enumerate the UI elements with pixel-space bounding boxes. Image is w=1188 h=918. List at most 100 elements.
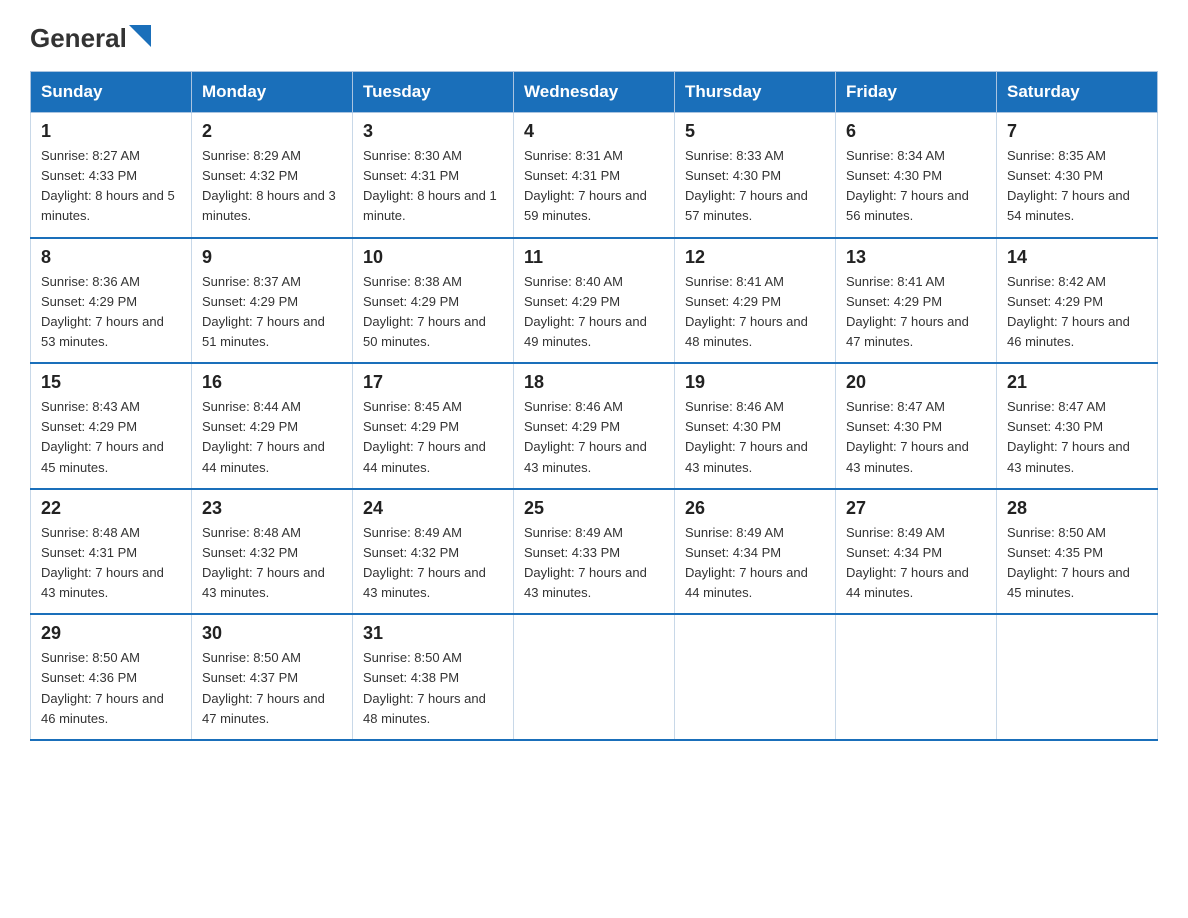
calendar-cell: 9 Sunrise: 8:37 AMSunset: 4:29 PMDayligh…	[192, 238, 353, 364]
calendar-cell: 20 Sunrise: 8:47 AMSunset: 4:30 PMDaylig…	[836, 363, 997, 489]
day-info: Sunrise: 8:49 AMSunset: 4:34 PMDaylight:…	[685, 525, 808, 600]
day-info: Sunrise: 8:37 AMSunset: 4:29 PMDaylight:…	[202, 274, 325, 349]
day-info: Sunrise: 8:47 AMSunset: 4:30 PMDaylight:…	[846, 399, 969, 474]
calendar-cell: 25 Sunrise: 8:49 AMSunset: 4:33 PMDaylig…	[514, 489, 675, 615]
calendar-cell: 11 Sunrise: 8:40 AMSunset: 4:29 PMDaylig…	[514, 238, 675, 364]
calendar-cell: 17 Sunrise: 8:45 AMSunset: 4:29 PMDaylig…	[353, 363, 514, 489]
calendar-cell	[514, 614, 675, 740]
weekday-header-saturday: Saturday	[997, 72, 1158, 113]
calendar-cell: 5 Sunrise: 8:33 AMSunset: 4:30 PMDayligh…	[675, 113, 836, 238]
calendar-cell: 7 Sunrise: 8:35 AMSunset: 4:30 PMDayligh…	[997, 113, 1158, 238]
calendar-cell: 30 Sunrise: 8:50 AMSunset: 4:37 PMDaylig…	[192, 614, 353, 740]
calendar-cell: 12 Sunrise: 8:41 AMSunset: 4:29 PMDaylig…	[675, 238, 836, 364]
calendar-cell: 19 Sunrise: 8:46 AMSunset: 4:30 PMDaylig…	[675, 363, 836, 489]
day-number: 17	[363, 372, 503, 393]
calendar-cell	[675, 614, 836, 740]
day-info: Sunrise: 8:49 AMSunset: 4:33 PMDaylight:…	[524, 525, 647, 600]
weekday-header-friday: Friday	[836, 72, 997, 113]
calendar-cell: 23 Sunrise: 8:48 AMSunset: 4:32 PMDaylig…	[192, 489, 353, 615]
calendar-cell: 29 Sunrise: 8:50 AMSunset: 4:36 PMDaylig…	[31, 614, 192, 740]
day-number: 18	[524, 372, 664, 393]
day-info: Sunrise: 8:50 AMSunset: 4:36 PMDaylight:…	[41, 650, 164, 725]
day-info: Sunrise: 8:40 AMSunset: 4:29 PMDaylight:…	[524, 274, 647, 349]
day-number: 16	[202, 372, 342, 393]
day-number: 9	[202, 247, 342, 268]
day-info: Sunrise: 8:34 AMSunset: 4:30 PMDaylight:…	[846, 148, 969, 223]
weekday-header-tuesday: Tuesday	[353, 72, 514, 113]
logo: General	[30, 20, 151, 53]
day-number: 10	[363, 247, 503, 268]
day-number: 3	[363, 121, 503, 142]
calendar-cell: 27 Sunrise: 8:49 AMSunset: 4:34 PMDaylig…	[836, 489, 997, 615]
day-number: 8	[41, 247, 181, 268]
calendar-cell: 15 Sunrise: 8:43 AMSunset: 4:29 PMDaylig…	[31, 363, 192, 489]
calendar-week-row: 29 Sunrise: 8:50 AMSunset: 4:36 PMDaylig…	[31, 614, 1158, 740]
day-number: 28	[1007, 498, 1147, 519]
calendar-cell: 4 Sunrise: 8:31 AMSunset: 4:31 PMDayligh…	[514, 113, 675, 238]
day-info: Sunrise: 8:43 AMSunset: 4:29 PMDaylight:…	[41, 399, 164, 474]
day-info: Sunrise: 8:44 AMSunset: 4:29 PMDaylight:…	[202, 399, 325, 474]
calendar-cell: 28 Sunrise: 8:50 AMSunset: 4:35 PMDaylig…	[997, 489, 1158, 615]
calendar-cell: 22 Sunrise: 8:48 AMSunset: 4:31 PMDaylig…	[31, 489, 192, 615]
page-header: General	[30, 20, 1158, 53]
calendar-cell: 13 Sunrise: 8:41 AMSunset: 4:29 PMDaylig…	[836, 238, 997, 364]
calendar-week-row: 22 Sunrise: 8:48 AMSunset: 4:31 PMDaylig…	[31, 489, 1158, 615]
day-number: 12	[685, 247, 825, 268]
day-info: Sunrise: 8:30 AMSunset: 4:31 PMDaylight:…	[363, 148, 497, 223]
calendar-header-row: SundayMondayTuesdayWednesdayThursdayFrid…	[31, 72, 1158, 113]
day-info: Sunrise: 8:48 AMSunset: 4:32 PMDaylight:…	[202, 525, 325, 600]
day-number: 24	[363, 498, 503, 519]
day-number: 7	[1007, 121, 1147, 142]
day-number: 2	[202, 121, 342, 142]
day-info: Sunrise: 8:41 AMSunset: 4:29 PMDaylight:…	[846, 274, 969, 349]
weekday-header-sunday: Sunday	[31, 72, 192, 113]
day-info: Sunrise: 8:46 AMSunset: 4:30 PMDaylight:…	[685, 399, 808, 474]
calendar-cell	[836, 614, 997, 740]
calendar-cell: 26 Sunrise: 8:49 AMSunset: 4:34 PMDaylig…	[675, 489, 836, 615]
calendar-cell: 10 Sunrise: 8:38 AMSunset: 4:29 PMDaylig…	[353, 238, 514, 364]
day-info: Sunrise: 8:31 AMSunset: 4:31 PMDaylight:…	[524, 148, 647, 223]
logo-arrow-icon	[129, 25, 151, 47]
day-number: 4	[524, 121, 664, 142]
calendar-cell: 8 Sunrise: 8:36 AMSunset: 4:29 PMDayligh…	[31, 238, 192, 364]
weekday-header-thursday: Thursday	[675, 72, 836, 113]
day-info: Sunrise: 8:47 AMSunset: 4:30 PMDaylight:…	[1007, 399, 1130, 474]
day-number: 27	[846, 498, 986, 519]
day-number: 22	[41, 498, 181, 519]
day-info: Sunrise: 8:48 AMSunset: 4:31 PMDaylight:…	[41, 525, 164, 600]
day-number: 31	[363, 623, 503, 644]
day-info: Sunrise: 8:38 AMSunset: 4:29 PMDaylight:…	[363, 274, 486, 349]
day-number: 26	[685, 498, 825, 519]
day-info: Sunrise: 8:49 AMSunset: 4:32 PMDaylight:…	[363, 525, 486, 600]
day-info: Sunrise: 8:36 AMSunset: 4:29 PMDaylight:…	[41, 274, 164, 349]
calendar-cell: 2 Sunrise: 8:29 AMSunset: 4:32 PMDayligh…	[192, 113, 353, 238]
day-info: Sunrise: 8:29 AMSunset: 4:32 PMDaylight:…	[202, 148, 336, 223]
day-info: Sunrise: 8:49 AMSunset: 4:34 PMDaylight:…	[846, 525, 969, 600]
day-info: Sunrise: 8:35 AMSunset: 4:30 PMDaylight:…	[1007, 148, 1130, 223]
day-number: 20	[846, 372, 986, 393]
weekday-header-monday: Monday	[192, 72, 353, 113]
day-number: 1	[41, 121, 181, 142]
calendar-cell: 24 Sunrise: 8:49 AMSunset: 4:32 PMDaylig…	[353, 489, 514, 615]
day-info: Sunrise: 8:46 AMSunset: 4:29 PMDaylight:…	[524, 399, 647, 474]
calendar-cell: 1 Sunrise: 8:27 AMSunset: 4:33 PMDayligh…	[31, 113, 192, 238]
day-number: 11	[524, 247, 664, 268]
calendar-cell: 6 Sunrise: 8:34 AMSunset: 4:30 PMDayligh…	[836, 113, 997, 238]
calendar-cell: 31 Sunrise: 8:50 AMSunset: 4:38 PMDaylig…	[353, 614, 514, 740]
day-number: 19	[685, 372, 825, 393]
day-number: 14	[1007, 247, 1147, 268]
day-number: 29	[41, 623, 181, 644]
calendar-week-row: 1 Sunrise: 8:27 AMSunset: 4:33 PMDayligh…	[31, 113, 1158, 238]
calendar-cell: 14 Sunrise: 8:42 AMSunset: 4:29 PMDaylig…	[997, 238, 1158, 364]
calendar-week-row: 15 Sunrise: 8:43 AMSunset: 4:29 PMDaylig…	[31, 363, 1158, 489]
day-info: Sunrise: 8:41 AMSunset: 4:29 PMDaylight:…	[685, 274, 808, 349]
calendar-week-row: 8 Sunrise: 8:36 AMSunset: 4:29 PMDayligh…	[31, 238, 1158, 364]
day-number: 13	[846, 247, 986, 268]
weekday-header-wednesday: Wednesday	[514, 72, 675, 113]
day-number: 21	[1007, 372, 1147, 393]
day-info: Sunrise: 8:27 AMSunset: 4:33 PMDaylight:…	[41, 148, 175, 223]
day-info: Sunrise: 8:42 AMSunset: 4:29 PMDaylight:…	[1007, 274, 1130, 349]
calendar-cell: 3 Sunrise: 8:30 AMSunset: 4:31 PMDayligh…	[353, 113, 514, 238]
calendar-cell: 16 Sunrise: 8:44 AMSunset: 4:29 PMDaylig…	[192, 363, 353, 489]
day-info: Sunrise: 8:50 AMSunset: 4:35 PMDaylight:…	[1007, 525, 1130, 600]
